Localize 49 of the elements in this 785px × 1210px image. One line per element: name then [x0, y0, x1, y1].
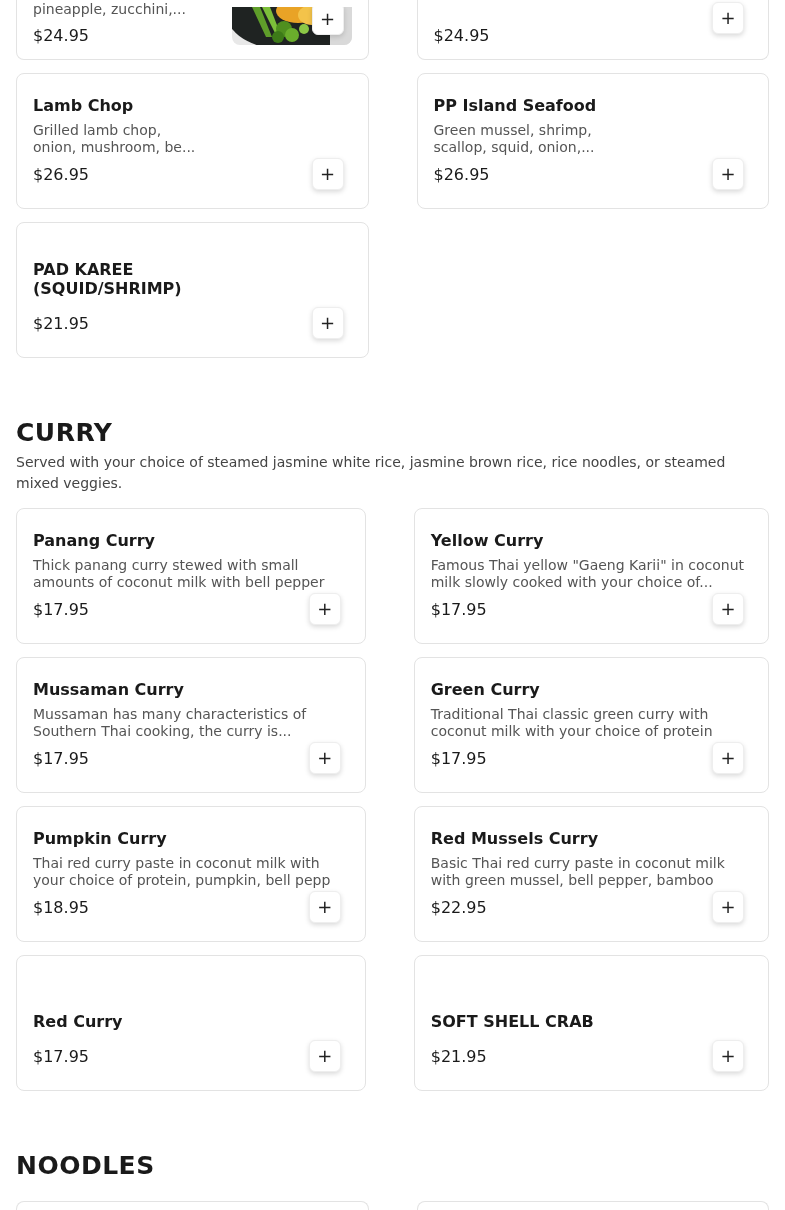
dish-name: PP Island Seafood	[433, 96, 598, 115]
section-description: Served with your choice of steamed jasmine white rice, jasmine brown rice, rice noodles, or steamed mixed veggies.	[16, 453, 727, 493]
add-button[interactable]: +	[712, 158, 744, 190]
dish-name: Yellow Curry	[430, 531, 545, 550]
add-button[interactable]: +	[308, 1040, 341, 1072]
dish-name: Mussaman Curry	[33, 680, 185, 699]
dish-name: Panang Curry	[33, 531, 157, 550]
dish-name: Pumpkin Curry	[33, 829, 168, 848]
dish-price: $17.95	[33, 1047, 89, 1066]
dish-name: Red Curry	[33, 1012, 124, 1031]
dish-name: Lamb Chop	[33, 96, 135, 115]
dish-description: Thick panang curry stewed with small amounts of coconut milk with bell pepper	[33, 557, 326, 591]
add-button[interactable]: +	[308, 742, 341, 774]
add-button[interactable]: +	[712, 1040, 744, 1072]
dish-description: Traditional Thai classic green curry with coconut milk with your choice of protein	[430, 706, 714, 740]
dish-price: $17.95	[430, 600, 487, 619]
section-title: CURRY	[16, 418, 114, 448]
add-button[interactable]: +	[308, 891, 341, 923]
dish-description: Thai red curry paste in coconut milk with your choice of protein, pumpkin, bell pepp	[33, 855, 332, 889]
add-button[interactable]: +	[712, 2, 744, 34]
add-button[interactable]: +	[311, 307, 344, 339]
dish-price: $21.95	[430, 1047, 487, 1066]
dish-price: $17.95	[33, 749, 89, 768]
dish-description: Famous Thai yellow "Gaeng Karii" in coconut milk slowly cooked with your choice of...	[430, 557, 744, 591]
dish-description: Grilled lamb chop, onion, mushroom, be...	[33, 122, 197, 156]
dish-description: Basic Thai red curry paste in coconut milk with green mussel, bell pepper, bamboo	[430, 855, 726, 889]
dish-price: $17.95	[33, 600, 89, 619]
dish-price: $24.95	[433, 26, 491, 45]
add-button[interactable]: +	[712, 891, 744, 923]
dish-price: $24.95	[33, 26, 90, 45]
add-button[interactable]: +	[311, 7, 344, 35]
add-button[interactable]: +	[311, 158, 344, 190]
section-title: NOODLES	[16, 1151, 156, 1181]
dish-price: $26.95	[433, 165, 490, 184]
dish-description: pineapple, zucchini,...	[33, 1, 187, 18]
add-button[interactable]: +	[308, 593, 341, 625]
dish-name: SOFT SHELL CRAB	[430, 1012, 595, 1031]
dish-description: Green mussel, shrimp, scallop, squid, onion,...	[433, 122, 596, 156]
dish-price: $17.95	[430, 749, 487, 768]
dish-price: $18.95	[33, 898, 89, 917]
dish-name: Red Mussels Curry	[430, 829, 600, 848]
add-button[interactable]: +	[712, 593, 744, 625]
dish-price: $21.95	[33, 314, 89, 333]
dish-name: PAD KAREE (SQUID/SHRIMP)	[33, 260, 183, 298]
dish-name: Green Curry	[430, 680, 541, 699]
dish-price: $26.95	[33, 165, 89, 184]
add-button[interactable]: +	[712, 742, 744, 774]
dish-description: Mussaman has many characteristics of Southern Thai cooking, the curry is...	[33, 706, 308, 740]
dish-price: $22.95	[430, 898, 487, 917]
